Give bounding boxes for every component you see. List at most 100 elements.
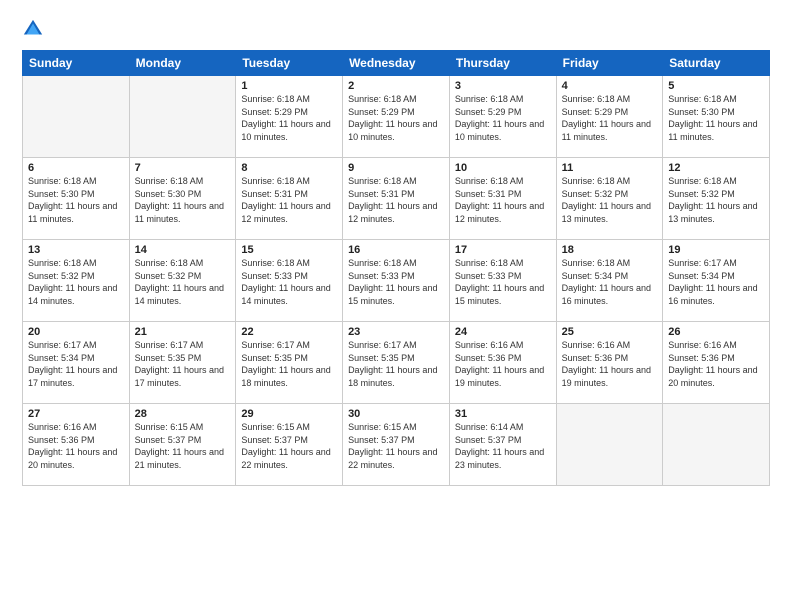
day-info: Sunrise: 6:16 AMSunset: 5:36 PMDaylight:…	[562, 339, 658, 389]
day-number: 19	[668, 244, 764, 256]
calendar-cell: 27Sunrise: 6:16 AMSunset: 5:36 PMDayligh…	[23, 404, 130, 486]
calendar-cell: 31Sunrise: 6:14 AMSunset: 5:37 PMDayligh…	[449, 404, 556, 486]
page: SundayMondayTuesdayWednesdayThursdayFrid…	[0, 0, 792, 612]
calendar-cell: 13Sunrise: 6:18 AMSunset: 5:32 PMDayligh…	[23, 240, 130, 322]
calendar-cell: 25Sunrise: 6:16 AMSunset: 5:36 PMDayligh…	[556, 322, 663, 404]
day-number: 1	[241, 80, 337, 92]
day-info: Sunrise: 6:15 AMSunset: 5:37 PMDaylight:…	[348, 421, 444, 471]
weekday-header: Monday	[129, 51, 236, 76]
calendar-cell	[129, 76, 236, 158]
day-info: Sunrise: 6:17 AMSunset: 5:34 PMDaylight:…	[28, 339, 124, 389]
day-info: Sunrise: 6:18 AMSunset: 5:29 PMDaylight:…	[241, 93, 337, 143]
weekday-header: Saturday	[663, 51, 770, 76]
day-info: Sunrise: 6:17 AMSunset: 5:35 PMDaylight:…	[241, 339, 337, 389]
day-number: 8	[241, 162, 337, 174]
calendar-cell: 16Sunrise: 6:18 AMSunset: 5:33 PMDayligh…	[343, 240, 450, 322]
header	[22, 18, 770, 40]
day-info: Sunrise: 6:18 AMSunset: 5:30 PMDaylight:…	[135, 175, 231, 225]
day-info: Sunrise: 6:17 AMSunset: 5:34 PMDaylight:…	[668, 257, 764, 307]
weekday-header: Friday	[556, 51, 663, 76]
calendar-cell: 23Sunrise: 6:17 AMSunset: 5:35 PMDayligh…	[343, 322, 450, 404]
calendar-cell: 11Sunrise: 6:18 AMSunset: 5:32 PMDayligh…	[556, 158, 663, 240]
calendar-table: SundayMondayTuesdayWednesdayThursdayFrid…	[22, 50, 770, 486]
day-number: 18	[562, 244, 658, 256]
day-info: Sunrise: 6:18 AMSunset: 5:33 PMDaylight:…	[455, 257, 551, 307]
calendar-header-row: SundayMondayTuesdayWednesdayThursdayFrid…	[23, 51, 770, 76]
day-info: Sunrise: 6:18 AMSunset: 5:32 PMDaylight:…	[562, 175, 658, 225]
calendar-cell: 12Sunrise: 6:18 AMSunset: 5:32 PMDayligh…	[663, 158, 770, 240]
day-info: Sunrise: 6:18 AMSunset: 5:29 PMDaylight:…	[562, 93, 658, 143]
calendar-cell: 5Sunrise: 6:18 AMSunset: 5:30 PMDaylight…	[663, 76, 770, 158]
calendar-cell: 6Sunrise: 6:18 AMSunset: 5:30 PMDaylight…	[23, 158, 130, 240]
calendar-week-row: 27Sunrise: 6:16 AMSunset: 5:36 PMDayligh…	[23, 404, 770, 486]
calendar-cell: 7Sunrise: 6:18 AMSunset: 5:30 PMDaylight…	[129, 158, 236, 240]
day-number: 2	[348, 80, 444, 92]
day-info: Sunrise: 6:18 AMSunset: 5:30 PMDaylight:…	[668, 93, 764, 143]
calendar-week-row: 6Sunrise: 6:18 AMSunset: 5:30 PMDaylight…	[23, 158, 770, 240]
calendar-cell: 8Sunrise: 6:18 AMSunset: 5:31 PMDaylight…	[236, 158, 343, 240]
day-info: Sunrise: 6:14 AMSunset: 5:37 PMDaylight:…	[455, 421, 551, 471]
day-number: 25	[562, 326, 658, 338]
day-number: 23	[348, 326, 444, 338]
day-info: Sunrise: 6:15 AMSunset: 5:37 PMDaylight:…	[135, 421, 231, 471]
day-number: 7	[135, 162, 231, 174]
logo-icon	[22, 18, 44, 40]
day-number: 22	[241, 326, 337, 338]
calendar-week-row: 1Sunrise: 6:18 AMSunset: 5:29 PMDaylight…	[23, 76, 770, 158]
calendar-cell	[556, 404, 663, 486]
calendar-cell: 3Sunrise: 6:18 AMSunset: 5:29 PMDaylight…	[449, 76, 556, 158]
day-number: 20	[28, 326, 124, 338]
calendar-cell: 9Sunrise: 6:18 AMSunset: 5:31 PMDaylight…	[343, 158, 450, 240]
day-number: 15	[241, 244, 337, 256]
calendar-cell: 18Sunrise: 6:18 AMSunset: 5:34 PMDayligh…	[556, 240, 663, 322]
day-number: 28	[135, 408, 231, 420]
calendar-cell: 2Sunrise: 6:18 AMSunset: 5:29 PMDaylight…	[343, 76, 450, 158]
calendar-cell	[663, 404, 770, 486]
day-info: Sunrise: 6:15 AMSunset: 5:37 PMDaylight:…	[241, 421, 337, 471]
day-number: 3	[455, 80, 551, 92]
day-number: 9	[348, 162, 444, 174]
day-info: Sunrise: 6:17 AMSunset: 5:35 PMDaylight:…	[348, 339, 444, 389]
day-info: Sunrise: 6:17 AMSunset: 5:35 PMDaylight:…	[135, 339, 231, 389]
weekday-header: Wednesday	[343, 51, 450, 76]
day-info: Sunrise: 6:16 AMSunset: 5:36 PMDaylight:…	[668, 339, 764, 389]
day-number: 26	[668, 326, 764, 338]
day-number: 24	[455, 326, 551, 338]
calendar-cell: 28Sunrise: 6:15 AMSunset: 5:37 PMDayligh…	[129, 404, 236, 486]
day-number: 14	[135, 244, 231, 256]
day-number: 13	[28, 244, 124, 256]
calendar-cell: 4Sunrise: 6:18 AMSunset: 5:29 PMDaylight…	[556, 76, 663, 158]
day-number: 27	[28, 408, 124, 420]
weekday-header: Sunday	[23, 51, 130, 76]
day-number: 29	[241, 408, 337, 420]
day-info: Sunrise: 6:16 AMSunset: 5:36 PMDaylight:…	[455, 339, 551, 389]
calendar-cell: 17Sunrise: 6:18 AMSunset: 5:33 PMDayligh…	[449, 240, 556, 322]
calendar-cell: 15Sunrise: 6:18 AMSunset: 5:33 PMDayligh…	[236, 240, 343, 322]
day-info: Sunrise: 6:18 AMSunset: 5:31 PMDaylight:…	[455, 175, 551, 225]
day-number: 16	[348, 244, 444, 256]
day-number: 30	[348, 408, 444, 420]
day-info: Sunrise: 6:18 AMSunset: 5:30 PMDaylight:…	[28, 175, 124, 225]
day-info: Sunrise: 6:18 AMSunset: 5:33 PMDaylight:…	[348, 257, 444, 307]
calendar-cell: 1Sunrise: 6:18 AMSunset: 5:29 PMDaylight…	[236, 76, 343, 158]
day-info: Sunrise: 6:18 AMSunset: 5:33 PMDaylight:…	[241, 257, 337, 307]
calendar-cell: 19Sunrise: 6:17 AMSunset: 5:34 PMDayligh…	[663, 240, 770, 322]
calendar-cell: 10Sunrise: 6:18 AMSunset: 5:31 PMDayligh…	[449, 158, 556, 240]
day-number: 6	[28, 162, 124, 174]
day-number: 10	[455, 162, 551, 174]
calendar-week-row: 13Sunrise: 6:18 AMSunset: 5:32 PMDayligh…	[23, 240, 770, 322]
day-info: Sunrise: 6:18 AMSunset: 5:32 PMDaylight:…	[28, 257, 124, 307]
calendar-cell: 21Sunrise: 6:17 AMSunset: 5:35 PMDayligh…	[129, 322, 236, 404]
calendar-cell: 24Sunrise: 6:16 AMSunset: 5:36 PMDayligh…	[449, 322, 556, 404]
calendar-cell	[23, 76, 130, 158]
logo	[22, 18, 48, 40]
day-info: Sunrise: 6:18 AMSunset: 5:32 PMDaylight:…	[135, 257, 231, 307]
day-info: Sunrise: 6:18 AMSunset: 5:31 PMDaylight:…	[241, 175, 337, 225]
day-number: 4	[562, 80, 658, 92]
calendar-cell: 29Sunrise: 6:15 AMSunset: 5:37 PMDayligh…	[236, 404, 343, 486]
day-number: 11	[562, 162, 658, 174]
weekday-header: Tuesday	[236, 51, 343, 76]
day-info: Sunrise: 6:18 AMSunset: 5:32 PMDaylight:…	[668, 175, 764, 225]
day-number: 17	[455, 244, 551, 256]
calendar-cell: 14Sunrise: 6:18 AMSunset: 5:32 PMDayligh…	[129, 240, 236, 322]
